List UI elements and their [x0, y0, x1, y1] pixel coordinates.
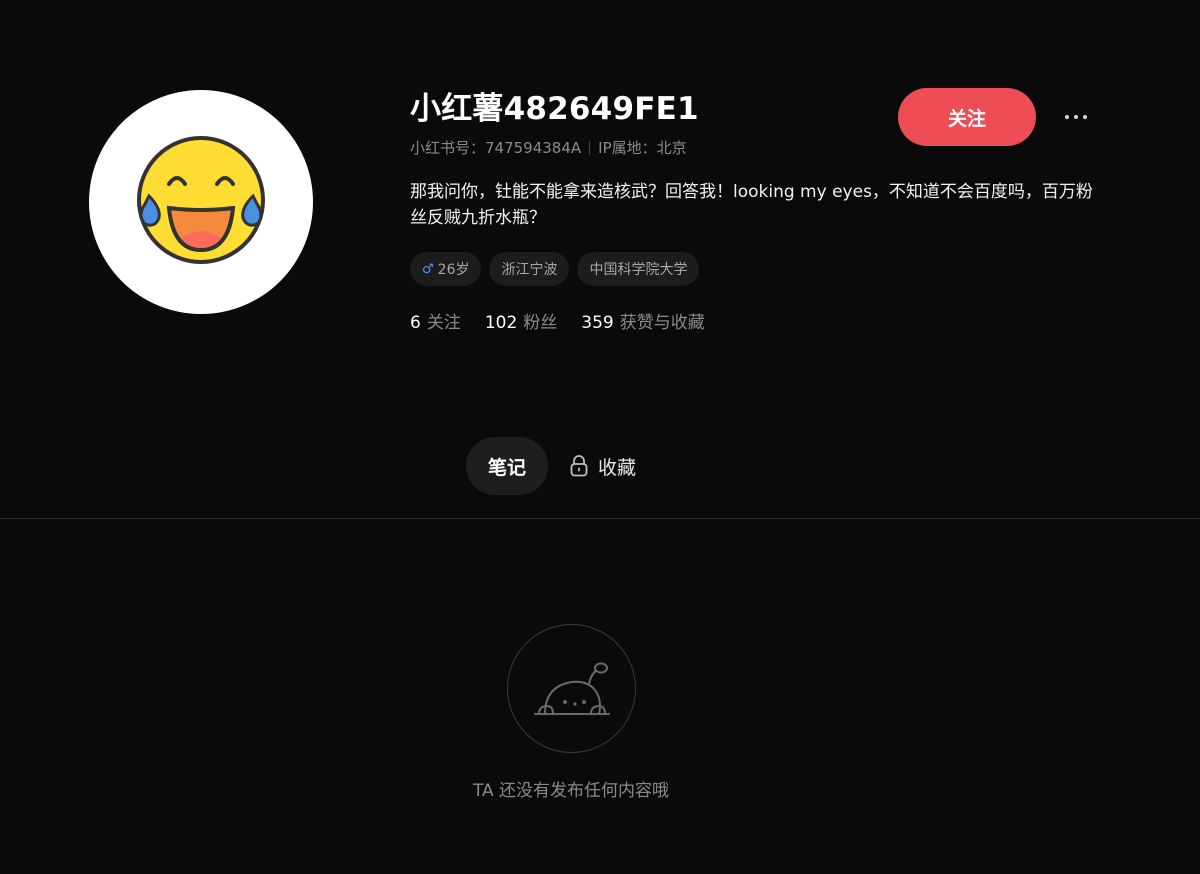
stat-value: 102	[484, 313, 518, 333]
empty-state-text: TA 还没有发布任何内容哦	[472, 781, 670, 801]
peeking-creature-icon	[533, 662, 610, 715]
bio: 那我问你，钍能不能拿来造核武？回答我！looking my eyes，不知道不会…	[410, 182, 1093, 228]
tag-label: 中国科学院大学	[589, 262, 688, 278]
avatar[interactable]	[89, 90, 313, 314]
stat-label: 粉丝	[523, 313, 558, 333]
stat-value: 359	[581, 313, 614, 333]
divider	[0, 518, 1200, 519]
stat-followers[interactable]: 102 粉丝	[485, 308, 557, 333]
dot	[1065, 115, 1069, 119]
meta-separator	[589, 141, 591, 155]
stats: 6 关注 102 粉丝 359 获赞与收藏	[410, 308, 1100, 333]
user-id: 小红书号：747594384A	[410, 139, 582, 157]
tab-notes[interactable]: 笔记	[466, 437, 549, 495]
tab-label: 收藏	[598, 456, 637, 479]
laughing-crying-emoji-icon	[137, 136, 265, 264]
lock-icon	[570, 455, 588, 477]
tab-collections[interactable]: 收藏	[548, 437, 658, 495]
tab-label: 笔记	[488, 456, 527, 479]
tag-label: 浙江宁波	[501, 262, 558, 278]
ip-location: IP属地：北京	[598, 139, 687, 157]
tag-age: ♂ 26岁	[410, 252, 482, 286]
profile-page: 小红薯482649FE1 小红书号：747594384A IP属地：北京 那我问…	[0, 0, 1200, 874]
male-gender-icon: ♂	[422, 261, 434, 277]
stat-value: 6	[410, 313, 421, 333]
tag-list: ♂ 26岁 浙江宁波 中国科学院大学	[410, 252, 1100, 286]
stat-label: 获赞与收藏	[619, 313, 705, 333]
tag-school: 中国科学院大学	[577, 252, 700, 286]
tag-label: 26岁	[437, 262, 470, 278]
stat-likes-collections[interactable]: 359 获赞与收藏	[581, 308, 704, 333]
more-dots-icon[interactable]	[1058, 104, 1094, 130]
tag-location: 浙江宁波	[489, 252, 570, 286]
stat-following[interactable]: 6 关注	[410, 308, 461, 333]
follow-button[interactable]: 关注	[898, 88, 1036, 146]
dot	[1074, 115, 1078, 119]
stat-label: 关注	[426, 313, 461, 333]
dot	[1083, 115, 1087, 119]
tab-bar: 笔记 收藏	[466, 437, 658, 495]
empty-state-illustration	[507, 624, 636, 753]
